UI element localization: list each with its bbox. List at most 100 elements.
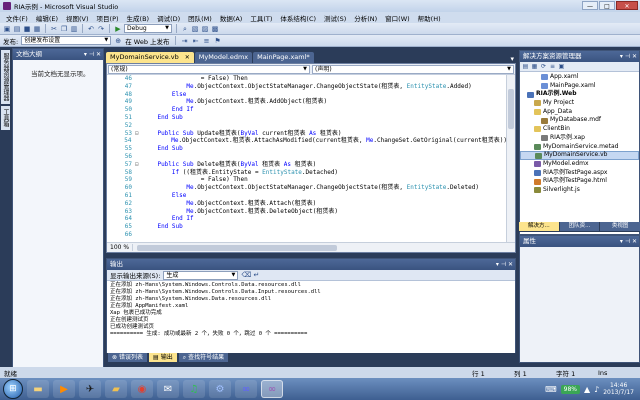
pin-icon[interactable]: ▾ ⊣ ✕ — [496, 259, 513, 270]
mail-icon[interactable]: ✉ — [157, 380, 179, 398]
menu-test[interactable]: 测试(S) — [320, 13, 350, 23]
code-editor[interactable]: (常规) ▼ (声明) ▼ 46 = False) Then 47 Me.Obje… — [106, 63, 516, 253]
tab-team-explorer[interactable]: 团队资... — [559, 222, 600, 231]
paste-icon[interactable]: ▥ — [70, 25, 78, 33]
folder-icon[interactable]: ▰ — [105, 380, 127, 398]
start-button[interactable]: ⊞ — [3, 379, 23, 399]
tab-output[interactable]: ▤ 输出 — [149, 353, 177, 362]
copy-icon[interactable]: ❐ — [60, 25, 68, 33]
outline-toggle-icon[interactable] — [134, 137, 142, 145]
close-button[interactable]: ✕ — [616, 1, 638, 10]
cut-icon[interactable]: ✂ — [50, 25, 58, 33]
outline-toggle-icon[interactable] — [135, 223, 143, 231]
menu-window[interactable]: 窗口(W) — [381, 13, 414, 23]
close-icon[interactable]: ✕ — [185, 52, 190, 63]
pin-icon[interactable]: ▾ ⊣ ✕ — [620, 236, 637, 247]
outline-toggle-icon[interactable] — [135, 192, 143, 200]
view-code-icon[interactable]: ≡ — [549, 63, 556, 70]
tree-item[interactable]: RIA示例TestPage.html — [520, 177, 639, 186]
code-line[interactable]: 62 Me.ObjectContext.租赁表.Attach(租赁表) — [107, 200, 507, 208]
code-line[interactable]: 57 ⊟ Public Sub Delete租赁表(ByVal 租赁表 As 租赁… — [107, 161, 507, 169]
code-line[interactable]: 47 Me.ObjectContext.ObjectStateManager.C… — [107, 83, 507, 91]
explorer-icon[interactable]: ▬ — [27, 380, 49, 398]
save-icon[interactable]: ■ — [23, 25, 31, 33]
outline-toggle-icon[interactable] — [135, 106, 143, 114]
code-line[interactable]: 50 End If — [107, 106, 507, 114]
code-line[interactable]: 64 End If — [107, 215, 507, 223]
publish-web-button[interactable]: 在 Web 上发布 — [125, 36, 169, 46]
member-select[interactable]: (声明) ▼ — [312, 65, 514, 74]
outline-toggle-icon[interactable] — [135, 169, 143, 177]
code-line[interactable]: 63 Me.ObjectContext.租赁表.DeleteObject(租赁表… — [107, 208, 507, 216]
tab-mainpage[interactable]: MainPage.xaml* — [253, 52, 314, 63]
code-line[interactable]: 60 Me.ObjectContext.ObjectStateManager.C… — [107, 184, 507, 192]
volume-icon[interactable]: ♪ — [594, 385, 599, 394]
pin-icon[interactable]: ▾ ⊣ ✕ — [84, 49, 101, 60]
code-line[interactable]: 65 End Sub — [107, 223, 507, 231]
code-line[interactable]: 49 Me.ObjectContext.租赁表.AddObject(租赁表) — [107, 98, 507, 106]
outline-toggle-icon[interactable] — [135, 231, 143, 239]
tree-item[interactable]: RIA示例.xap — [520, 134, 639, 143]
open-file-icon[interactable]: ▤ — [13, 25, 21, 33]
outline-toggle-icon[interactable] — [135, 208, 143, 216]
menu-analyze[interactable]: 分析(N) — [350, 13, 381, 23]
outdent-icon[interactable]: ⇤ — [192, 37, 200, 45]
bird-app-icon[interactable]: ✈ — [79, 380, 101, 398]
tab-class-view[interactable]: 类视图 — [600, 222, 640, 231]
keyboard-icon[interactable]: ⌨ — [545, 385, 557, 394]
show-all-files-icon[interactable]: ▦ — [531, 63, 538, 70]
menu-tools[interactable]: 工具(T) — [246, 13, 276, 23]
tab-solution-explorer[interactable]: 解决方... — [519, 222, 559, 231]
code-line[interactable]: 46 = False) Then — [107, 75, 507, 83]
code-line[interactable]: 55 End Sub — [107, 145, 507, 153]
tree-item[interactable]: App.xaml — [520, 73, 639, 82]
menu-build[interactable]: 生成(B) — [123, 13, 154, 23]
tree-item[interactable]: Silverlight.js — [520, 186, 639, 195]
outline-toggle-icon[interactable] — [135, 75, 143, 83]
outline-toggle-icon[interactable] — [135, 200, 143, 208]
menu-project[interactable]: 项目(P) — [93, 13, 123, 23]
minimize-button[interactable]: — — [582, 1, 598, 10]
code-line[interactable]: 51 End Sub — [107, 114, 507, 122]
view-designer-icon[interactable]: ▣ — [558, 63, 565, 70]
server-explorer-tab[interactable]: 服务器资源管理器 — [1, 50, 10, 104]
browser-icon[interactable]: ◉ — [131, 380, 153, 398]
tab-find-symbol-results[interactable]: ⌕ 查找符号结果 — [178, 353, 229, 362]
visual-studio-taskbar-icon[interactable]: ∞ — [261, 380, 283, 398]
horizontal-scrollbar-thumb[interactable] — [137, 244, 338, 251]
editor-vertical-scrollbar[interactable] — [506, 75, 515, 243]
solution-configuration-select[interactable]: Debug ▼ — [124, 24, 172, 33]
menu-help[interactable]: 帮助(H) — [414, 13, 445, 23]
code-line[interactable]: 56 — [107, 153, 507, 161]
publish-web-icon[interactable]: ⊕ — [114, 37, 122, 45]
properties-icon[interactable]: ▨ — [201, 25, 209, 33]
menu-edit[interactable]: 编辑(E) — [32, 13, 62, 23]
tree-item[interactable]: ClientBin — [520, 125, 639, 134]
menu-file[interactable]: 文件(F) — [2, 13, 32, 23]
battery-indicator[interactable]: 98% — [560, 384, 580, 394]
indent-icon[interactable]: ⇥ — [181, 37, 189, 45]
tree-item[interactable]: MyDomainService.metad — [520, 143, 639, 152]
network-icon[interactable]: ▲ — [584, 385, 590, 394]
code-text-area[interactable]: 46 = False) Then 47 Me.ObjectContext.Obje… — [107, 75, 507, 243]
tree-item[interactable]: MyModel.edmx — [520, 160, 639, 169]
bookmark-icon[interactable]: ⚑ — [214, 37, 222, 45]
pin-icon[interactable]: ▾ ⊣ ✕ — [620, 51, 637, 62]
start-debugging-icon[interactable]: ▶ — [114, 25, 122, 33]
find-icon[interactable]: ⌕ — [181, 25, 189, 33]
type-select[interactable]: (常规) ▼ — [108, 65, 310, 74]
solution-tree[interactable]: App.xaml MainPage.xaml RIA示例.Web My Project… — [520, 72, 639, 195]
code-line[interactable]: 66 — [107, 231, 507, 239]
word-wrap-icon[interactable]: ↵ — [252, 271, 260, 279]
menu-team[interactable]: 团队(M) — [184, 13, 216, 23]
output-text[interactable]: 正在添加 zh-Hans\System.Windows.Controls.Dat… — [107, 281, 515, 361]
outline-toggle-icon[interactable]: ⊟ — [135, 161, 143, 169]
comment-icon[interactable]: ≡ — [203, 37, 211, 45]
outline-toggle-icon[interactable] — [135, 145, 143, 153]
tree-item[interactable]: MyDomainService.vb — [520, 151, 639, 160]
menu-data[interactable]: 数据(A) — [216, 13, 247, 23]
clear-all-icon[interactable]: ⌫ — [241, 271, 251, 279]
outline-toggle-icon[interactable] — [135, 91, 143, 99]
undo-icon[interactable]: ↶ — [87, 25, 95, 33]
scrollbar-thumb[interactable] — [508, 89, 514, 129]
